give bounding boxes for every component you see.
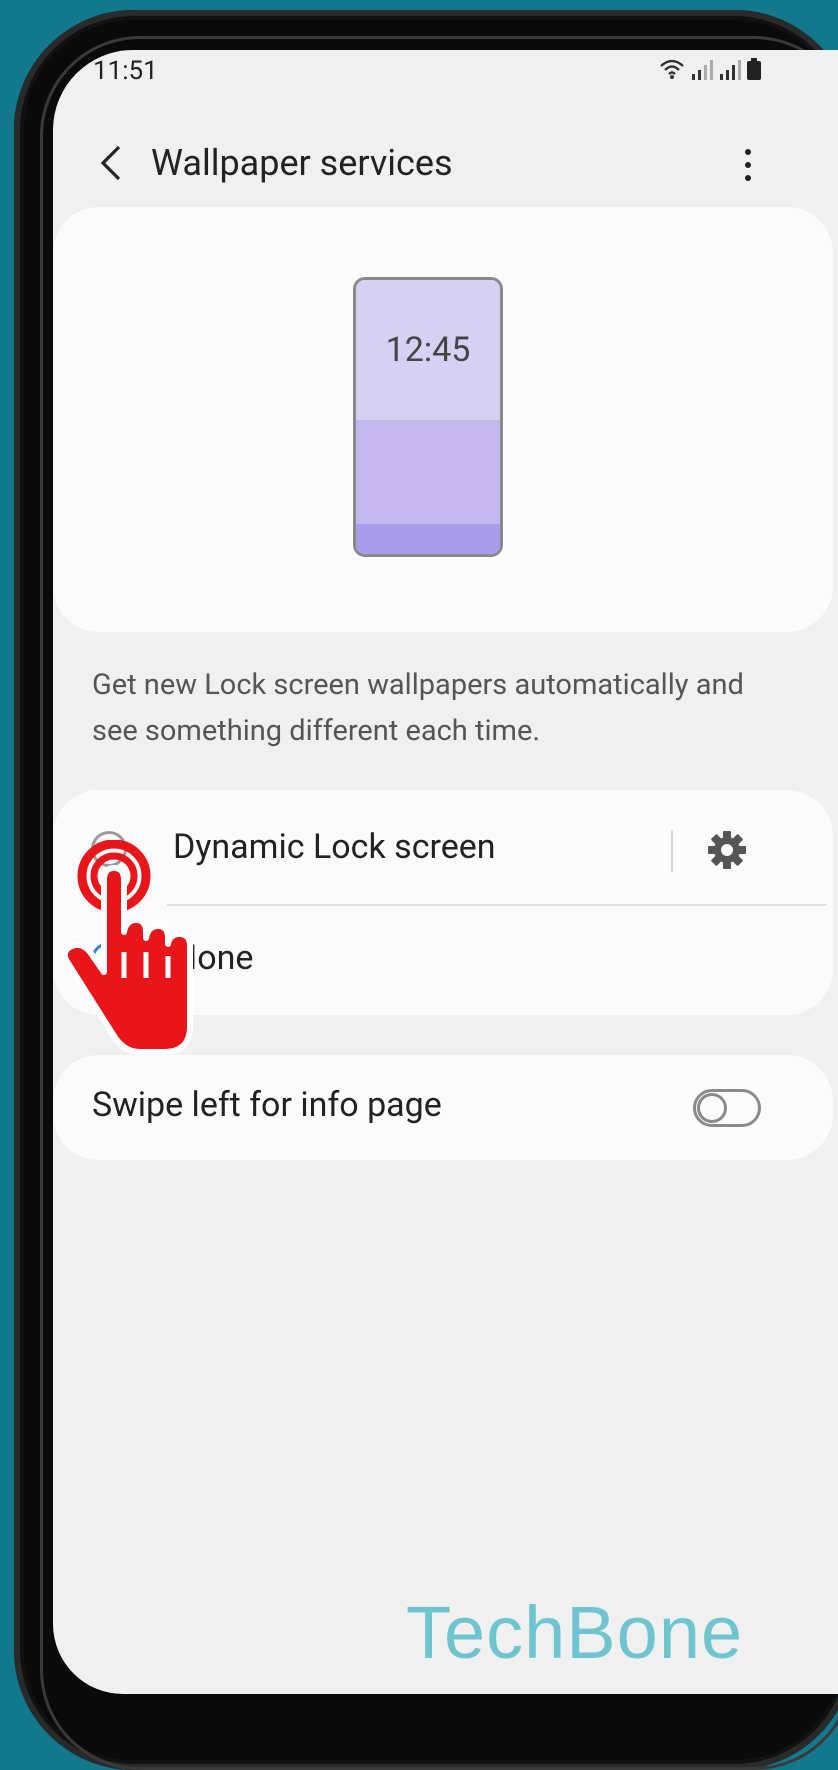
wifi-icon bbox=[660, 59, 684, 79]
lockscreen-preview-card: 12:45 bbox=[53, 207, 833, 632]
app-bar: Wallpaper services bbox=[53, 120, 838, 220]
swipe-info-page-label: Swipe left for info page bbox=[92, 1085, 442, 1125]
status-bar: 11:51 bbox=[53, 50, 838, 90]
watermark-logo: TechBone bbox=[406, 1591, 744, 1674]
lockscreen-preview-image: 12:45 bbox=[353, 277, 503, 557]
signal-icon bbox=[692, 60, 713, 80]
page-title: Wallpaper services bbox=[151, 142, 453, 184]
option-label: Dynamic Lock screen bbox=[173, 827, 496, 867]
gear-icon bbox=[708, 831, 746, 869]
back-button[interactable] bbox=[89, 138, 133, 188]
preview-clock: 12:45 bbox=[385, 330, 471, 370]
dynamic-lock-screen-settings-button[interactable] bbox=[705, 828, 749, 872]
swipe-info-page-row[interactable]: Swipe left for info page bbox=[53, 1055, 833, 1160]
back-arrow-icon bbox=[100, 145, 121, 181]
more-vert-icon bbox=[745, 149, 751, 155]
description-text: Get new Lock screen wallpapers automatic… bbox=[92, 668, 744, 748]
battery-icon bbox=[747, 58, 761, 80]
more-options-button[interactable] bbox=[733, 140, 763, 190]
tap-hand-icon bbox=[61, 840, 193, 1055]
swipe-info-page-toggle[interactable] bbox=[693, 1089, 761, 1127]
signal-icon bbox=[720, 60, 741, 80]
toggle-knob bbox=[697, 1093, 727, 1123]
divider bbox=[671, 830, 673, 872]
status-time: 11:51 bbox=[93, 56, 158, 86]
status-icons bbox=[659, 58, 761, 80]
